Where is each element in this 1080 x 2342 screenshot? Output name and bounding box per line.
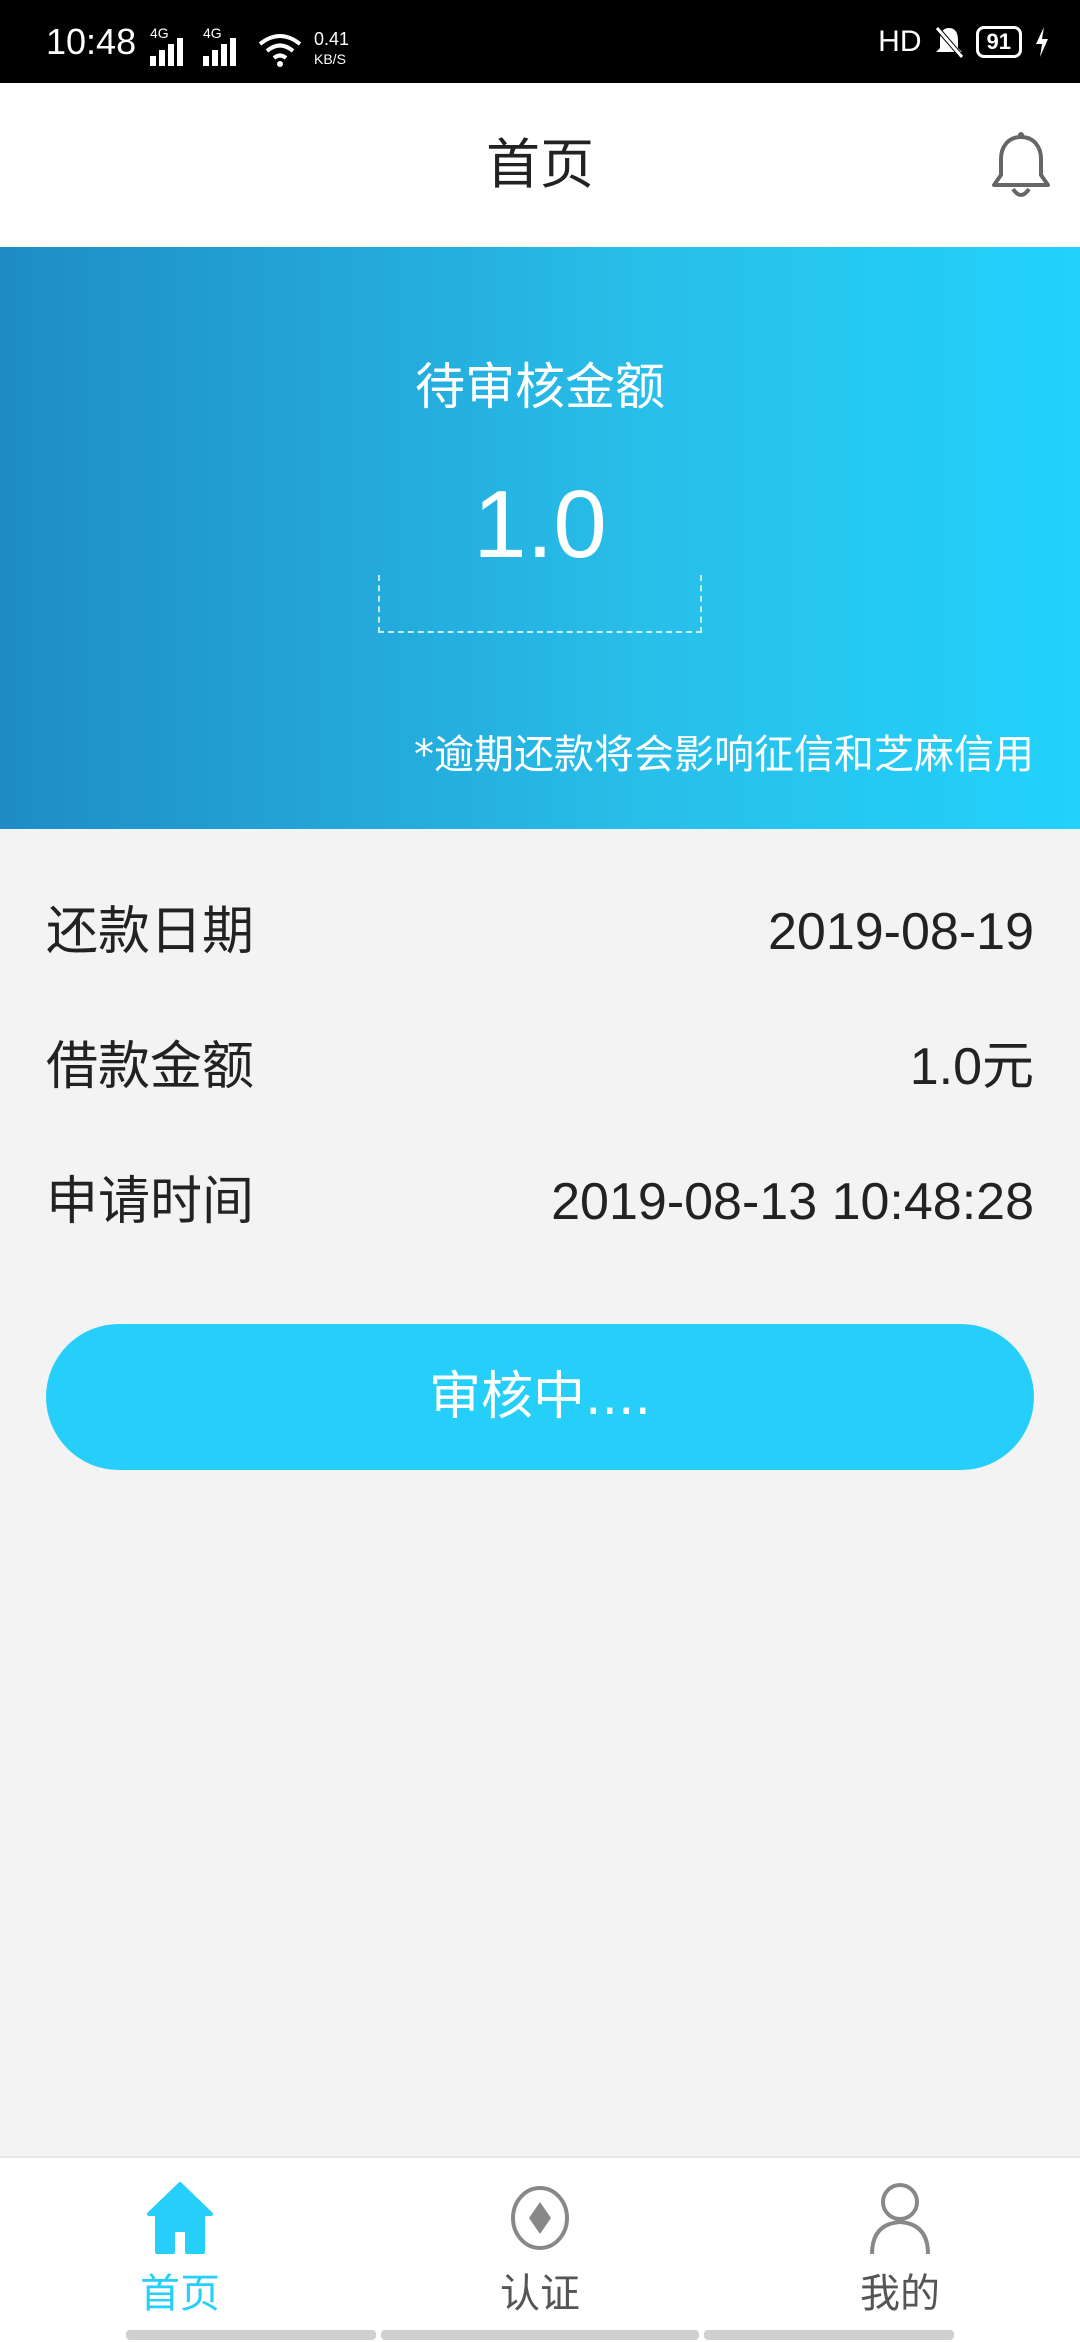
repayment-date-value: 2019-08-19 <box>768 903 1034 961</box>
nav-label-me: 我的 <box>860 2271 940 2317</box>
nav-indicator-2 <box>381 2330 699 2340</box>
loan-amount-label: 借款金额 <box>46 1037 255 1097</box>
amount-dashed-box <box>378 575 702 633</box>
nav-item-home[interactable]: 首页 <box>0 2158 360 2342</box>
status-time: 10:48 <box>46 21 137 62</box>
app-header: 首页 <box>0 83 1080 247</box>
network-speed-unit: KB/S <box>314 51 346 67</box>
pending-amount-label: 待审核金额 <box>415 358 665 416</box>
nav-label-home: 首页 <box>140 2271 220 2317</box>
certify-icon <box>511 2186 569 2250</box>
signal-icon-2 <box>203 38 236 66</box>
loan-amount-row: 借款金额 1.0元 <box>46 1027 1034 1107</box>
apply-time-value: 2019-08-13 10:48:28 <box>551 1173 1034 1231</box>
apply-time-row: 申请时间 2019-08-13 10:48:28 <box>46 1162 1034 1242</box>
status-bar: 10:48 4G 4G 0.41 KB/S HD 91 <box>0 0 1080 83</box>
nav-indicator-3 <box>704 2330 954 2340</box>
status-right: HD 91 <box>878 0 1050 83</box>
mute-icon <box>934 25 964 59</box>
nav-item-me[interactable]: 我的 <box>720 2158 1080 2342</box>
hd-indicator: HD <box>878 24 922 58</box>
user-icon <box>870 2183 930 2255</box>
reviewing-status-button[interactable]: 审核中.... <box>46 1324 1034 1470</box>
nav-label-certify: 认证 <box>500 2271 580 2317</box>
bottom-nav: 首页 认证 我的 <box>0 2156 1080 2342</box>
pending-amount-value: 1.0 <box>473 471 607 578</box>
charging-icon <box>1036 26 1048 57</box>
nav-item-certify[interactable]: 认证 <box>360 2158 720 2342</box>
pending-amount-banner: 待审核金额 1.0 *逾期还款将会影响征信和芝麻信用 <box>0 247 1080 829</box>
wifi-icon <box>258 34 302 67</box>
signal-icon <box>150 38 183 66</box>
bell-icon[interactable] <box>988 131 1054 203</box>
repayment-date-label: 还款日期 <box>46 902 255 962</box>
repayment-date-row: 还款日期 2019-08-19 <box>46 892 1034 972</box>
page-title: 首页 <box>486 133 594 196</box>
battery-icon: 91 <box>975 25 1022 58</box>
home-icon <box>147 2182 213 2254</box>
nav-indicator-1 <box>126 2330 376 2340</box>
loan-amount-value: 1.0元 <box>909 1038 1034 1096</box>
overdue-warning: *逾期还款将会影响征信和芝麻信用 <box>414 732 1034 778</box>
apply-time-label: 申请时间 <box>46 1172 255 1232</box>
network-speed: 0.41 <box>314 29 350 49</box>
